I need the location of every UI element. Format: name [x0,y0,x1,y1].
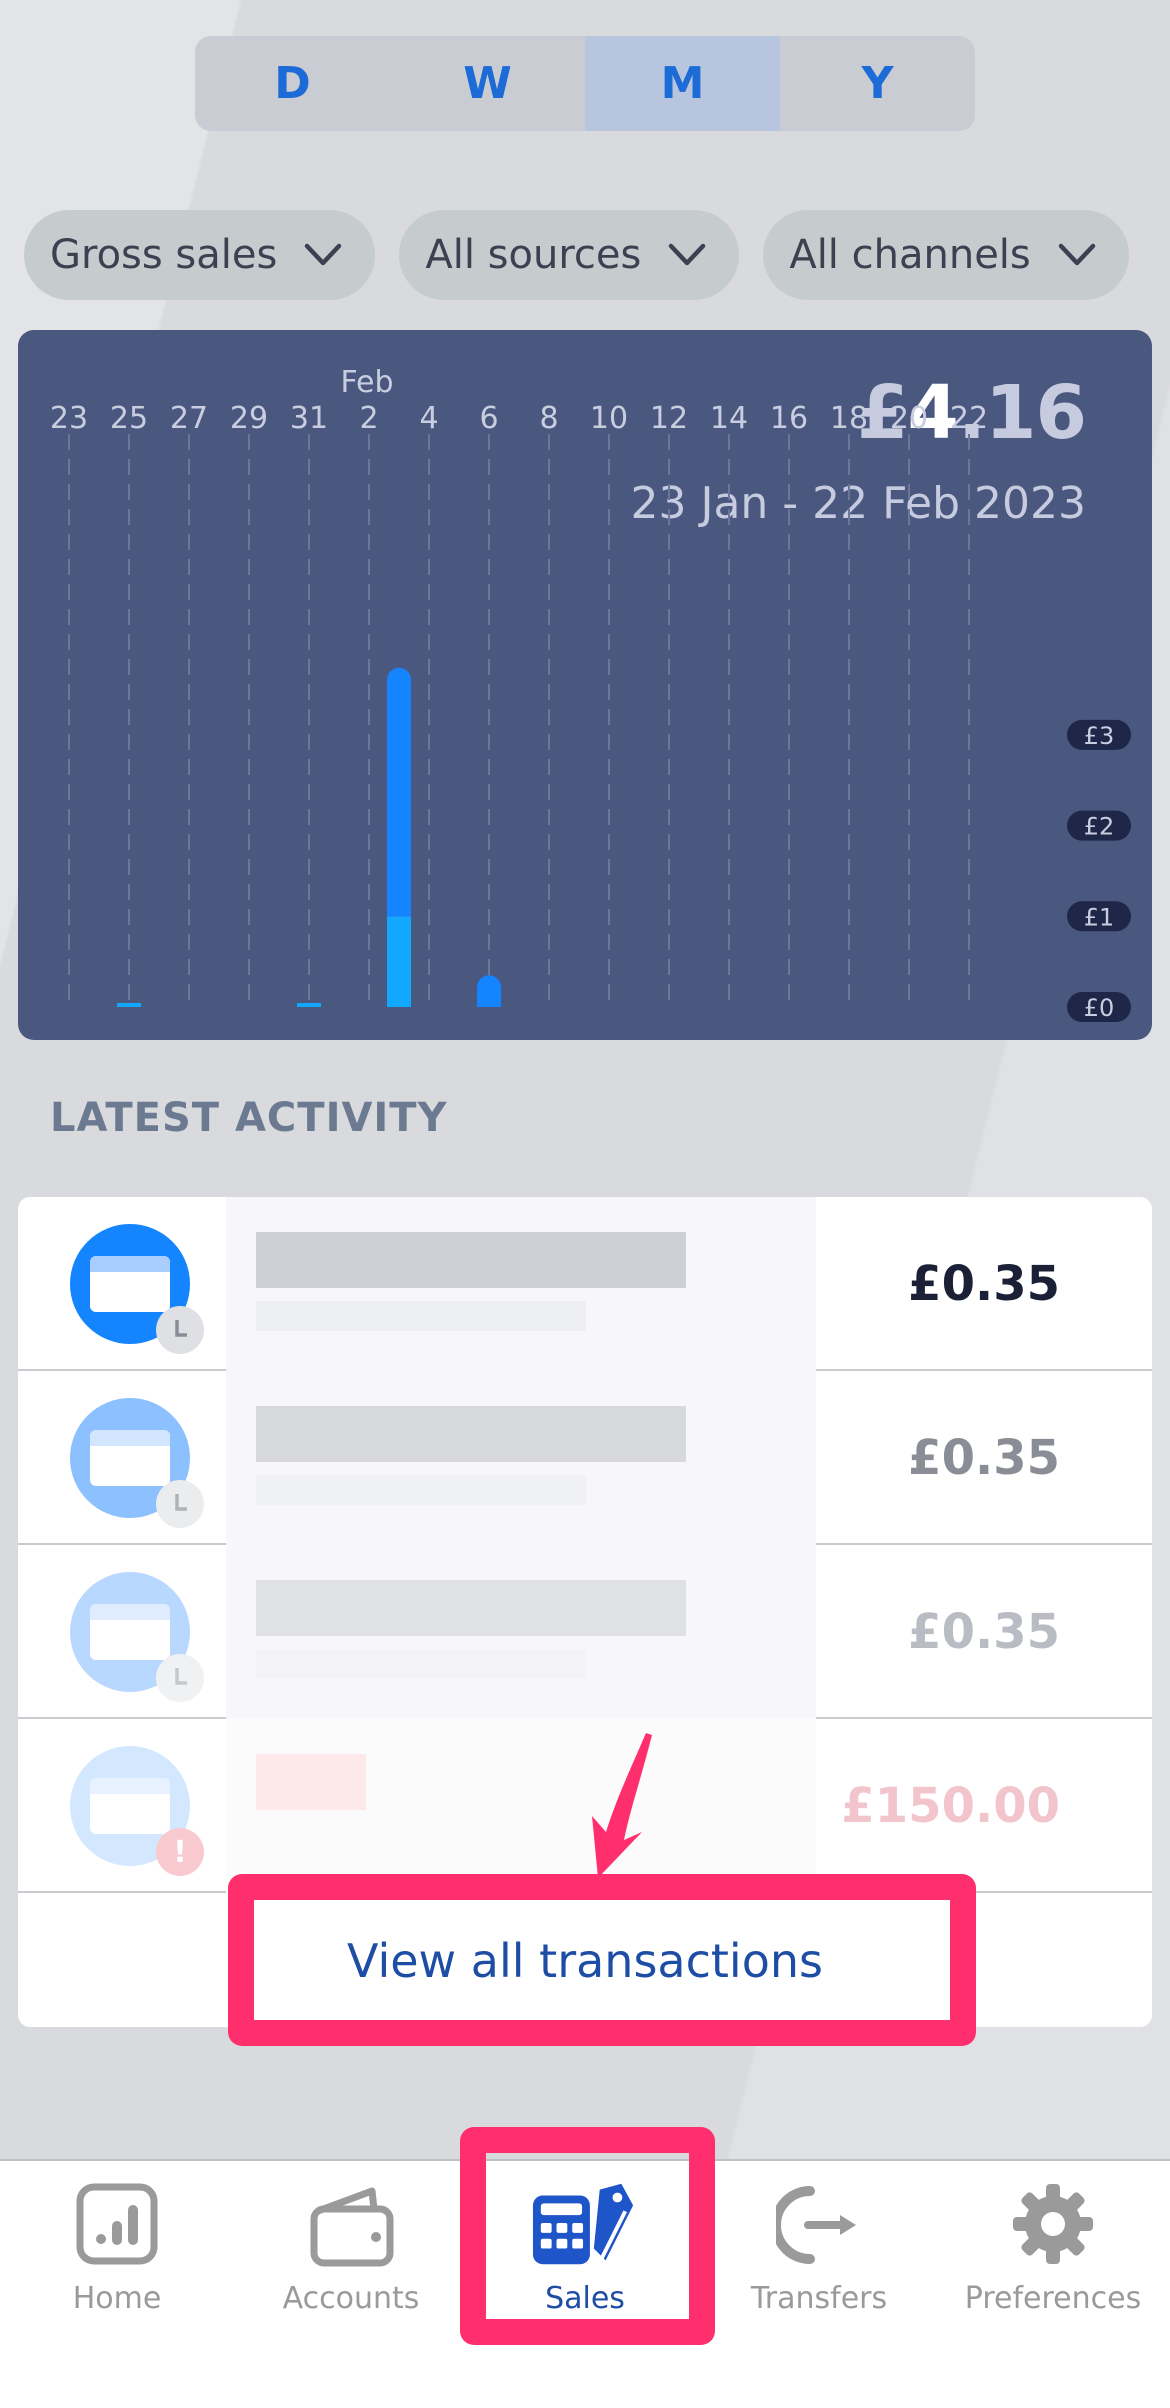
x-tick-label: 25 [110,401,148,436]
redacted-transaction-details [226,1545,816,1719]
x-tick-label: 29 [230,401,268,436]
period-year[interactable]: Y [780,36,975,131]
x-tick-label: 20 [890,401,928,436]
x-month-label: Feb [340,365,393,400]
transaction-row[interactable]: £0.35 [18,1197,1152,1371]
transaction-icon [70,1398,204,1528]
sales-bar-chart[interactable]: 23 25 27 29 31 2Feb 4 6 8 10 12 14 16 18 20 22 £0 £1 £2 £3 [18,330,1152,1040]
x-tick-label: 6 [479,401,498,436]
gear-icon [1013,2184,1093,2264]
x-tick-label: 4 [419,401,438,436]
bar-segment-1 [117,1003,141,1007]
x-tick-label: 12 [650,401,688,436]
chevron-down-icon [305,243,342,266]
filter-label: Gross sales [50,232,278,278]
x-tick-label: 27 [170,401,208,436]
x-tick-label: 18 [830,401,868,436]
x-tick-label: 22 [950,401,988,436]
transaction-amount: £0.35 [908,1256,1060,1312]
sales-chart-card: £4.16 23 Jan - 22 Feb 2023 23 25 27 29 31 2 Fe… [18,330,1152,1040]
alert-icon: ! [156,1828,204,1876]
filter-label: All channels [789,232,1031,278]
filter-metric-dropdown[interactable]: Gross sales [24,210,376,300]
x-tick-label: 16 [770,401,808,436]
bar-segment-2 [387,667,411,917]
transaction-row[interactable]: £0.35 [18,1545,1152,1719]
activity-list: £0.35 £0.35 £0.35 ! £150.00 View all tra… [18,1197,1152,2027]
transaction-icon: ! [70,1746,204,1876]
x-tick-label: 23 [50,401,88,436]
filter-source-dropdown[interactable]: All sources [399,210,740,300]
chevron-down-icon [1058,243,1096,266]
transaction-icon [70,1572,204,1702]
latest-activity-heading: LATEST ACTIVITY [50,1095,448,1141]
tab-label: Home [72,2281,162,2316]
redacted-transaction-details [226,1197,816,1371]
filter-label: All sources [425,232,642,278]
tab-label: Accounts [282,2281,420,2316]
tab-preferences[interactable]: Preferences [936,2161,1170,2321]
y-tick-label: £2 [1084,813,1115,841]
tab-accounts[interactable]: Accounts [234,2161,468,2321]
filter-channel-dropdown[interactable]: All channels [763,210,1129,300]
calculator-card-icon [532,2183,634,2265]
bar-chart-icon [76,2183,158,2265]
clock-icon [156,1480,204,1528]
bar-segment-2 [477,975,501,1007]
tab-label: Sales [545,2281,625,2316]
y-tick: £1 [1067,901,1131,932]
chevron-down-icon [669,243,706,266]
period-week[interactable]: W [390,36,585,131]
y-tick: £3 [1067,719,1131,750]
annotation-arrow-icon [592,1733,652,1878]
transaction-amount: £0.35 [908,1430,1060,1486]
redacted-transaction-details [226,1719,816,1893]
period-selector: D W M Y [195,36,975,131]
bar-segment-1 [387,916,411,1007]
x-tick-label: 14 [710,401,748,436]
tab-home[interactable]: Home [0,2161,234,2321]
x-tick-label: 8 [539,401,558,436]
tab-sales[interactable]: Sales [468,2161,702,2321]
y-tick-label: £1 [1084,903,1115,931]
transaction-row[interactable]: £0.35 [18,1371,1152,1545]
x-tick-label: 2 [359,401,378,436]
y-tick: £0 [1067,992,1131,1022]
y-tick-label: £0 [1084,994,1115,1022]
clock-icon [156,1654,204,1702]
transaction-amount: £150.00 [841,1778,1060,1834]
y-tick-label: £3 [1084,722,1115,750]
tab-transfers[interactable]: Transfers [702,2161,936,2321]
x-tick-label: 10 [590,401,628,436]
period-day[interactable]: D [195,36,390,131]
tab-label: Preferences [964,2281,1142,2316]
redacted-transaction-details [226,1371,816,1545]
transaction-icon [70,1224,204,1354]
bar-segment-1 [297,1003,321,1007]
wallet-icon [310,2187,394,2267]
period-month[interactable]: M [585,36,780,131]
transaction-amount: £0.35 [908,1604,1060,1660]
x-tick-label: 31 [290,401,328,436]
clock-icon [156,1306,204,1354]
bottom-tab-bar: Home Accounts Sales Transfers Preference… [0,2159,1170,2408]
y-tick: £2 [1067,810,1131,841]
view-all-transactions-button[interactable]: View all transactions [18,1893,1152,2027]
tab-label: Transfers [750,2281,888,2316]
filter-bar: Gross sales All sources All channels [24,210,1129,300]
transfer-arrow-icon [776,2186,856,2264]
